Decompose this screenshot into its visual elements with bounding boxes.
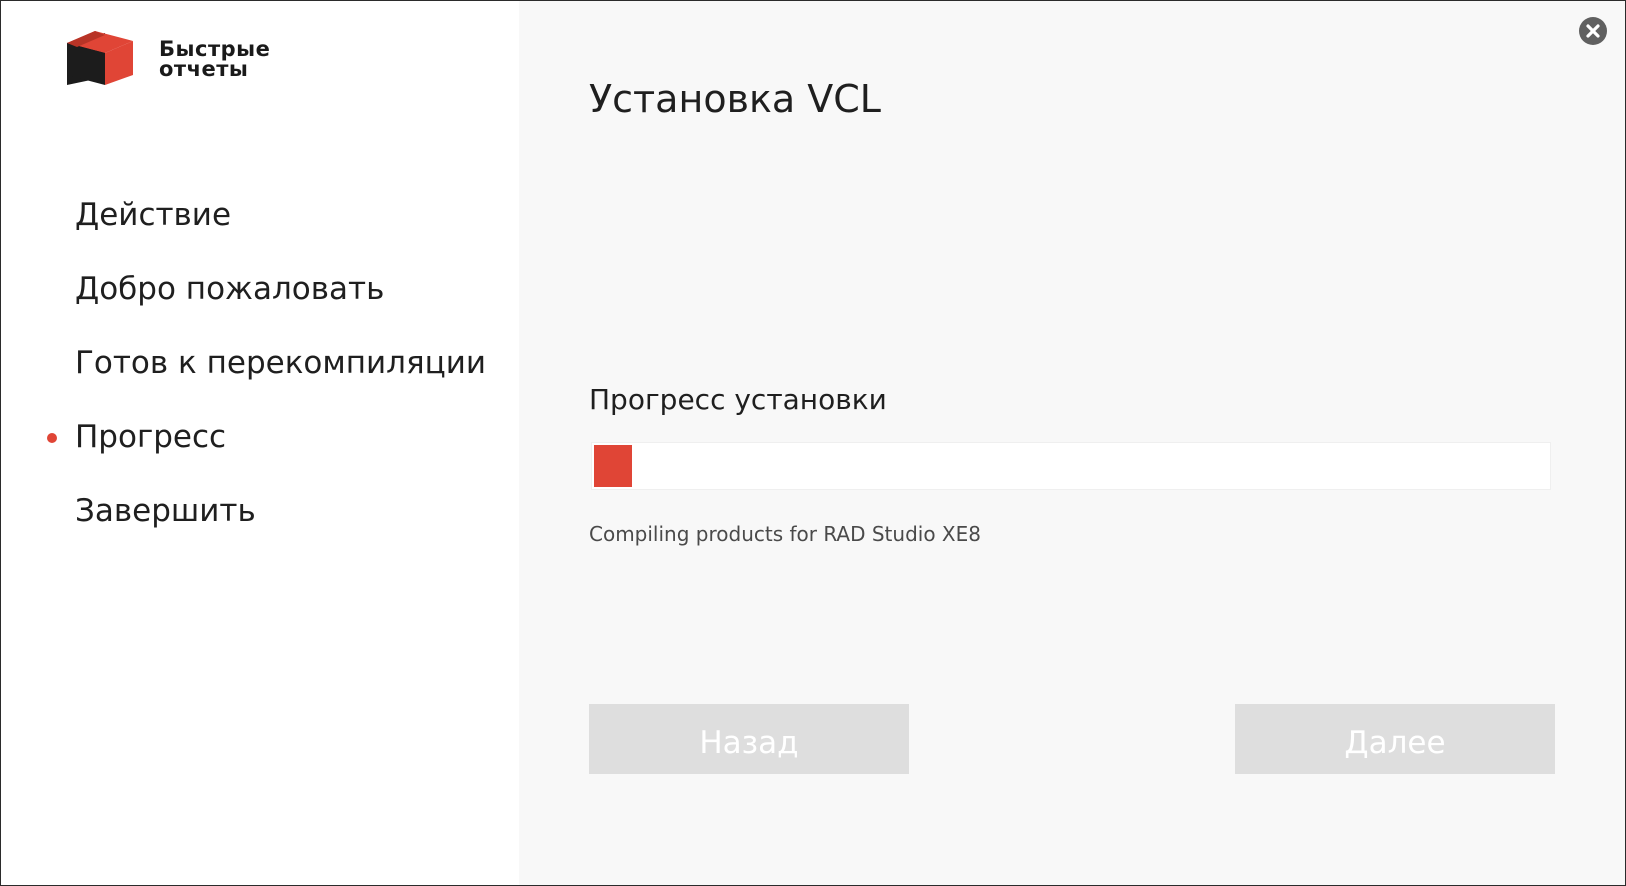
installer-window: Быстрые отчеты Действие Добро пожаловать… (0, 0, 1626, 886)
sidebar: Быстрые отчеты Действие Добро пожаловать… (1, 1, 519, 885)
active-dot-icon (47, 433, 57, 443)
step-welcome: Добро пожаловать (75, 271, 384, 307)
step-ready-to-recompile: Готов к перекомпиляции (75, 345, 486, 381)
step-finish: Завершить (75, 493, 256, 529)
step-label: Прогресс (75, 419, 227, 455)
next-button[interactable]: Далее (1235, 704, 1555, 774)
step-action: Действие (75, 197, 231, 233)
brand-cube-icon (67, 31, 133, 85)
brand-line-1: Быстрые (159, 37, 271, 61)
brand-line-2: отчеты (159, 57, 249, 81)
step-progress: Прогресс (47, 419, 227, 455)
back-button[interactable]: Назад (589, 704, 909, 774)
step-label: Добро пожаловать (75, 271, 385, 307)
page-title: Установка VCL (589, 77, 881, 121)
brand-name: Быстрые отчеты (159, 37, 271, 81)
brand-logo: Быстрые отчеты (67, 31, 347, 91)
step-label: Готов к перекомпиляции (75, 345, 487, 381)
status-text: Compiling products for RAD Studio XE8 (589, 522, 981, 546)
progress-bar (591, 442, 1551, 490)
step-label: Завершить (75, 493, 256, 529)
close-button[interactable] (1579, 17, 1607, 45)
progress-label: Прогресс установки (589, 383, 887, 416)
progress-fill (594, 445, 632, 487)
step-label: Действие (75, 197, 232, 233)
close-icon (1586, 24, 1600, 38)
